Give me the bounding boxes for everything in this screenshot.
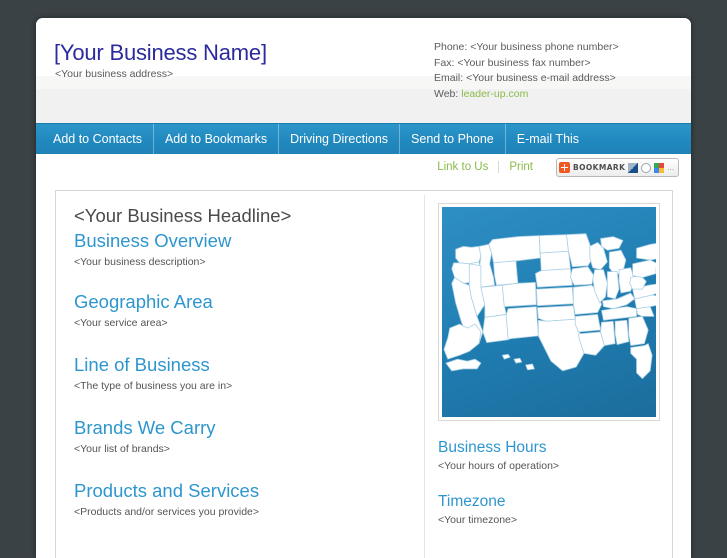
contact-web-link[interactable]: leader-up.com [461,88,528,100]
service-area-map [438,203,660,421]
page-header: [Your Business Name] <Your business addr… [36,18,691,100]
nav-item-driving-directions[interactable]: Driving Directions [279,124,401,154]
business-name: [Your Business Name] [54,40,267,65]
plus-icon [558,162,570,173]
section-body: <Your timezone> [438,514,518,526]
content-panel: <Your Business Headline> Business Overvi… [55,190,673,558]
contact-web-label: Web: [434,88,462,101]
print-link[interactable]: Print [499,161,543,173]
section-title: Business Overview [74,230,232,251]
business-profile-card: [Your Business Name] <Your business addr… [36,18,691,558]
section-title: Timezone [438,493,506,510]
bookmark-label: BOOKMARK [572,163,626,172]
main-content-column: <Your Business Headline> Business Overvi… [56,191,424,558]
section-title: Business Hours [438,439,547,456]
utility-row: Link to Us Print BOOKMARK ... [36,154,691,184]
section-title: Products and Services [74,480,260,501]
section-body: <Your list of brands> [74,443,170,455]
primary-navigation: Add to Contacts Add to Bookmarks Driving… [36,123,691,154]
section-title: Brands We Carry [74,417,216,438]
business-address: <Your business address> [55,68,174,80]
link-to-us-link[interactable]: Link to Us [427,161,498,173]
sidebar-column: Business Hours <Your hours of operation>… [425,191,672,558]
content-columns: <Your Business Headline> Business Overvi… [56,191,672,558]
section-body: <Products and/or services you provide> [74,506,260,518]
nav-item-send-to-phone[interactable]: Send to Phone [400,124,506,154]
section-business-hours: Business Hours <Your hours of operation> [438,439,672,472]
contact-web: Web: leader-up.com [434,87,619,103]
united-states-map-icon [443,233,656,380]
section-line-of-business: Line of Business <The type of business y… [74,352,424,393]
page-root: [Your Business Name] <Your business addr… [0,0,727,558]
section-body: <Your hours of operation> [438,460,560,472]
map-canvas [442,207,656,417]
email-share-icon [641,162,652,173]
section-body: <Your service area> [74,317,168,329]
section-geographic-area: Geographic Area <Your service area> [74,289,424,330]
contact-phone: Phone: <Your business phone number> [434,41,619,53]
contact-info-block: Phone: <Your business phone number> Fax:… [434,40,619,103]
page-headline: <Your Business Headline> [74,205,292,226]
section-body: <Your business description> [74,256,206,268]
more-options-icon[interactable]: ... [667,163,674,172]
utility-links: Link to Us Print [427,161,543,173]
section-products-and-services: Products and Services <Products and/or s… [74,478,424,519]
windows-share-icon [628,162,639,173]
social-share-icon [654,162,665,173]
addthis-bookmark-button[interactable]: BOOKMARK ... [555,158,679,177]
nav-item-email-this[interactable]: E-mail This [506,124,590,154]
nav-item-add-to-contacts[interactable]: Add to Contacts [42,124,154,154]
contact-email: Email: <Your business e-mail address> [434,72,616,85]
section-title: Geographic Area [74,291,213,312]
nav-item-add-to-bookmarks[interactable]: Add to Bookmarks [154,124,280,154]
section-brands-we-carry: Brands We Carry <Your list of brands> [74,415,424,456]
contact-fax: Fax: <Your business fax number> [434,56,591,69]
section-body: <The type of business you are in> [74,380,233,392]
section-timezone: Timezone <Your timezone> [438,493,672,526]
section-business-overview: Business Overview <Your business descrip… [74,228,424,269]
section-title: Line of Business [74,354,210,375]
